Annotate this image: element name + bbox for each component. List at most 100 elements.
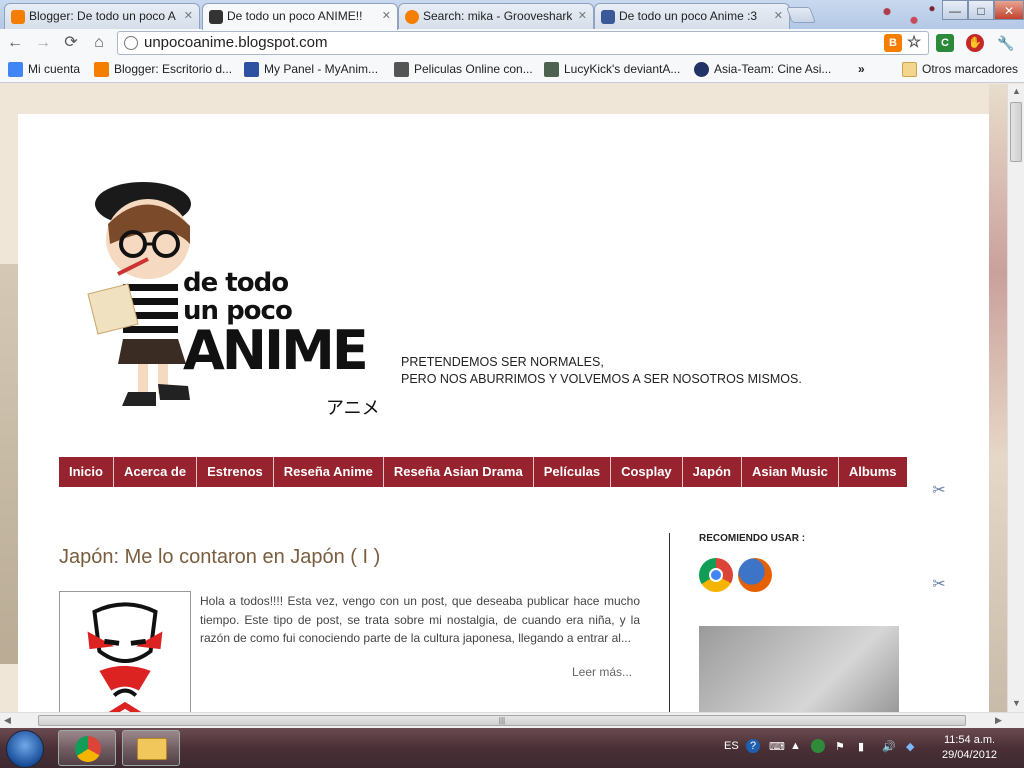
sidebar-anime-image[interactable]: [699, 626, 899, 712]
edit-tools-icon[interactable]: ✂: [930, 482, 948, 500]
bookmark-peliculas[interactable]: Peliculas Online con...: [394, 62, 533, 77]
background-artwork-right: [989, 84, 1007, 712]
nav-resena-anime[interactable]: Reseña Anime: [274, 457, 384, 487]
scroll-right-arrow-icon[interactable]: ▶: [995, 715, 1002, 726]
post-thumbnail-kabuki-mask[interactable]: [59, 591, 191, 712]
dropbox-icon[interactable]: ◆: [906, 740, 914, 753]
blogger-icon: [94, 62, 109, 77]
url-text: unpocoanime.blogspot.com: [144, 34, 328, 51]
taskbar-chrome[interactable]: [58, 730, 116, 766]
blog-tagline: PRETENDEMOS SER NORMALES, PERO NOS ABURR…: [401, 355, 802, 386]
back-button[interactable]: ←: [4, 33, 26, 53]
firefox-icon[interactable]: [738, 558, 772, 592]
post-title[interactable]: Japón: Me lo contaron en Japón ( I ): [59, 546, 380, 569]
forward-button[interactable]: →: [32, 33, 54, 53]
scroll-down-arrow-icon[interactable]: ▼: [1012, 698, 1021, 708]
home-button[interactable]: ⌂: [88, 33, 110, 53]
bookmarks-bar: Mi cuenta Blogger: Escritorio d... My Pa…: [0, 57, 1024, 83]
taskbar-explorer[interactable]: [122, 730, 180, 766]
tab-site[interactable]: De todo un poco ANIME!! ✕: [202, 3, 398, 30]
minimize-button[interactable]: —: [942, 0, 968, 20]
page-icon: [124, 36, 138, 50]
page-viewport: de todo un poco ANIME アニメ PRETENDEMOS SE…: [0, 84, 1007, 712]
scroll-left-arrow-icon[interactable]: ◀: [4, 715, 11, 726]
folder-icon: [902, 62, 917, 77]
blogger-extension-icon[interactable]: B: [884, 34, 902, 52]
main-navigation: Inicio Acerca de Estrenos Reseña Anime R…: [59, 457, 907, 487]
flag-icon[interactable]: ⚑: [835, 740, 845, 753]
help-icon[interactable]: ?: [746, 739, 760, 753]
blogger-icon: [11, 10, 25, 24]
start-button[interactable]: [6, 730, 44, 768]
edit-tools-icon[interactable]: ✂: [930, 576, 948, 594]
close-icon[interactable]: ✕: [578, 9, 587, 22]
nav-estrenos[interactable]: Estrenos: [197, 457, 274, 487]
logo-katakana: アニメ: [326, 398, 380, 418]
adblock-icon[interactable]: ✋: [966, 34, 984, 52]
extension-green-icon[interactable]: C: [936, 34, 954, 52]
recommend-title: RECOMIENDO USAR :: [699, 533, 806, 544]
scroll-up-arrow-icon[interactable]: ▲: [1012, 86, 1021, 96]
chrome-icon[interactable]: [699, 558, 733, 592]
nav-cosplay[interactable]: Cosplay: [611, 457, 683, 487]
horizontal-scrollbar[interactable]: ◀ ||| ▶: [0, 712, 1024, 728]
close-icon[interactable]: ✕: [774, 9, 783, 22]
nav-inicio[interactable]: Inicio: [59, 457, 114, 487]
vertical-scrollbar[interactable]: ▲ ▼: [1007, 84, 1024, 712]
keyboard-icon[interactable]: ⌨: [769, 740, 785, 753]
bookmark-star-icon[interactable]: ☆: [905, 34, 923, 52]
system-clock[interactable]: 11:54 a.m. 29/04/2012: [942, 733, 997, 763]
background-artwork-left: [0, 264, 18, 664]
folder-icon: [137, 738, 167, 760]
close-window-button[interactable]: ✕: [994, 0, 1024, 20]
close-icon[interactable]: ✕: [382, 9, 391, 22]
close-icon[interactable]: ✕: [184, 9, 193, 22]
nav-japon[interactable]: Japón: [683, 457, 742, 487]
browser-toolbar: ← → ⟳ ⌂ unpocoanime.blogspot.com B ☆ C ✋…: [0, 29, 1024, 57]
bookmark-mi-cuenta[interactable]: Mi cuenta: [8, 62, 80, 77]
google-icon: [8, 62, 23, 77]
tab-blogger[interactable]: Blogger: De todo un poco A ✕: [4, 3, 200, 29]
bookmark-asia-team[interactable]: Asia-Team: Cine Asi...: [694, 62, 831, 77]
asia-team-icon: [694, 62, 709, 77]
myanimelist-icon: [244, 62, 259, 77]
windows-taskbar: ES ? ⌨ ▲ ⚑ ▮ 🔊 ◆ 11:54 a.m. 29/04/2012: [0, 728, 1024, 768]
tab-strip: Blogger: De todo un poco A ✕ De todo un …: [0, 0, 1024, 30]
film-icon: [394, 62, 409, 77]
nav-asian-music[interactable]: Asian Music: [742, 457, 839, 487]
network-icon[interactable]: ▮: [858, 740, 864, 753]
tab-facebook[interactable]: De todo un poco Anime :3 ✕: [594, 3, 790, 29]
bookmark-deviantart[interactable]: LucyKick's deviantA...: [544, 62, 680, 77]
new-tab-button[interactable]: [786, 7, 816, 23]
address-bar[interactable]: unpocoanime.blogspot.com: [117, 31, 929, 55]
other-bookmarks-folder[interactable]: Otros marcadores: [902, 62, 1018, 77]
facebook-icon: [601, 10, 615, 24]
bookmark-blogger[interactable]: Blogger: Escritorio d...: [94, 62, 232, 77]
bookmarks-overflow-button[interactable]: »: [858, 62, 865, 76]
blog-container: de todo un poco ANIME アニメ PRETENDEMOS SE…: [18, 114, 989, 712]
deviantart-icon: [544, 62, 559, 77]
sidebar-divider: [669, 533, 670, 712]
tab-grooveshark[interactable]: Search: mika - Grooveshark ✕: [398, 3, 594, 29]
nav-resena-asian-drama[interactable]: Reseña Asian Drama: [384, 457, 534, 487]
read-more-link[interactable]: Leer más...: [572, 665, 632, 679]
reload-button[interactable]: ⟳: [60, 33, 82, 53]
maximize-button[interactable]: □: [968, 0, 994, 20]
language-indicator[interactable]: ES: [724, 740, 739, 752]
post-excerpt: Hola a todos!!!! Esta vez, vengo con un …: [200, 594, 640, 645]
volume-icon[interactable]: 🔊: [882, 740, 896, 753]
blog-logo-text[interactable]: de todo un poco ANIME: [183, 269, 369, 378]
grooveshark-icon: [405, 10, 419, 24]
site-favicon-icon: [209, 10, 223, 24]
nav-acerca-de[interactable]: Acerca de: [114, 457, 198, 487]
chrome-icon: [75, 736, 101, 762]
show-hidden-icons[interactable]: ▲: [790, 740, 801, 752]
sakura-theme-decoration: [860, 0, 950, 29]
vertical-scroll-thumb[interactable]: [1010, 102, 1022, 162]
tray-app-icon[interactable]: [811, 739, 825, 753]
horizontal-scroll-thumb[interactable]: |||: [38, 715, 966, 726]
nav-peliculas[interactable]: Películas: [534, 457, 612, 487]
wrench-menu-icon[interactable]: 🔧: [997, 34, 1015, 52]
bookmark-myanimelist[interactable]: My Panel - MyAnim...: [244, 62, 378, 77]
nav-albums[interactable]: Albums: [839, 457, 907, 487]
